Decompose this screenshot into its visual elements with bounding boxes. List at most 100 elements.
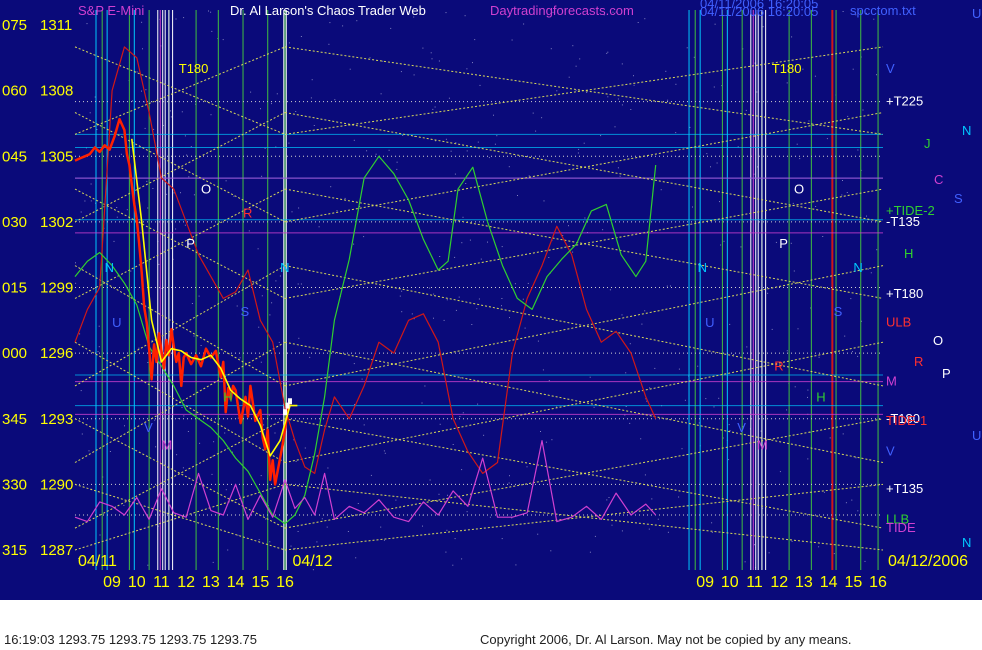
star-dot <box>689 126 691 128</box>
star-dot <box>681 448 683 450</box>
plot-label: N <box>280 260 289 275</box>
star-dot <box>771 328 773 330</box>
y-tick-price: 1311 <box>40 17 72 34</box>
date-mid: 04/12 <box>292 553 332 570</box>
star-dot <box>629 343 631 345</box>
star-dot <box>383 539 385 541</box>
star-dot <box>187 431 189 432</box>
star-dot <box>158 263 160 265</box>
star-dot <box>675 83 677 85</box>
star-dot <box>644 474 646 476</box>
star-dot <box>152 188 154 189</box>
star-dot <box>720 244 722 246</box>
star-dot <box>621 314 623 316</box>
star-dot <box>862 109 864 111</box>
star-dot <box>667 99 669 101</box>
star-dot <box>269 541 271 543</box>
star-dot <box>583 142 585 144</box>
star-dot <box>330 186 332 188</box>
star-dot <box>575 89 577 91</box>
star-dot <box>807 389 809 391</box>
star-dot <box>866 215 867 217</box>
star-dot <box>462 216 464 218</box>
star-dot <box>621 104 623 106</box>
star-dot <box>124 425 125 427</box>
star-dot <box>665 70 667 72</box>
star-dot <box>225 489 227 491</box>
star-dot <box>465 183 467 184</box>
star-dot <box>851 499 853 501</box>
star-dot <box>684 399 686 401</box>
plot-label: M <box>161 437 172 452</box>
star-dot <box>511 39 513 41</box>
star-dot <box>454 173 456 175</box>
star-dot <box>577 152 579 154</box>
star-dot <box>678 368 680 370</box>
star-dot <box>329 22 331 24</box>
plot-label: H <box>223 389 232 404</box>
star-dot <box>80 390 82 392</box>
y-tick-price: 1302 <box>40 214 73 231</box>
star-dot <box>815 206 817 207</box>
star-dot <box>775 241 777 243</box>
star-dot <box>402 135 404 136</box>
star-dot <box>823 491 825 493</box>
star-dot <box>454 256 456 258</box>
star-dot <box>678 496 680 498</box>
side-letter: R <box>914 354 923 369</box>
star-dot <box>526 466 528 468</box>
star-dot <box>719 201 720 203</box>
plot-label: N <box>105 260 114 275</box>
star-dot <box>356 20 358 22</box>
star-dot <box>786 350 788 352</box>
star-dot <box>501 538 503 540</box>
star-dot <box>607 51 609 53</box>
star-dot <box>151 340 153 342</box>
star-dot <box>478 298 480 300</box>
star-dot <box>401 311 403 313</box>
star-dot <box>182 467 184 469</box>
star-dot <box>396 168 398 170</box>
price-bar-white <box>287 398 292 405</box>
star-dot <box>852 68 854 70</box>
star-dot <box>517 195 518 196</box>
star-dot <box>629 422 631 424</box>
star-dot <box>263 424 265 426</box>
plot-label: U <box>705 315 714 330</box>
star-dot <box>430 52 432 54</box>
star-dot <box>792 202 794 204</box>
star-dot <box>556 90 558 92</box>
plot-label: U <box>112 315 121 330</box>
star-dot <box>829 437 831 439</box>
star-dot <box>454 538 456 540</box>
star-dot <box>464 15 466 17</box>
star-dot <box>146 180 148 182</box>
star-dot <box>86 23 88 25</box>
star-dot <box>136 71 138 73</box>
star-dot <box>842 11 844 12</box>
x-tick-label: 14 <box>227 574 245 591</box>
star-dot <box>75 282 77 284</box>
star-dot <box>870 272 872 274</box>
star-dot <box>855 457 857 459</box>
star-dot <box>445 551 447 553</box>
star-dot <box>123 504 125 506</box>
star-dot <box>762 26 764 28</box>
star-dot <box>670 285 671 287</box>
star-dot <box>483 434 485 436</box>
star-dot <box>290 545 292 547</box>
star-dot <box>198 295 200 297</box>
side-letter: U <box>972 6 981 21</box>
star-dot <box>265 518 267 520</box>
y-tick-angle: 030 <box>2 214 27 231</box>
star-dot <box>818 356 820 358</box>
star-dot <box>637 22 639 23</box>
star-dot <box>184 135 186 137</box>
star-dot <box>459 416 461 418</box>
star-dot <box>797 328 799 330</box>
star-dot <box>648 528 650 530</box>
y-tick-angle: 000 <box>2 345 27 362</box>
star-dot <box>211 30 213 32</box>
star-dot <box>818 546 820 548</box>
star-dot <box>640 438 642 440</box>
